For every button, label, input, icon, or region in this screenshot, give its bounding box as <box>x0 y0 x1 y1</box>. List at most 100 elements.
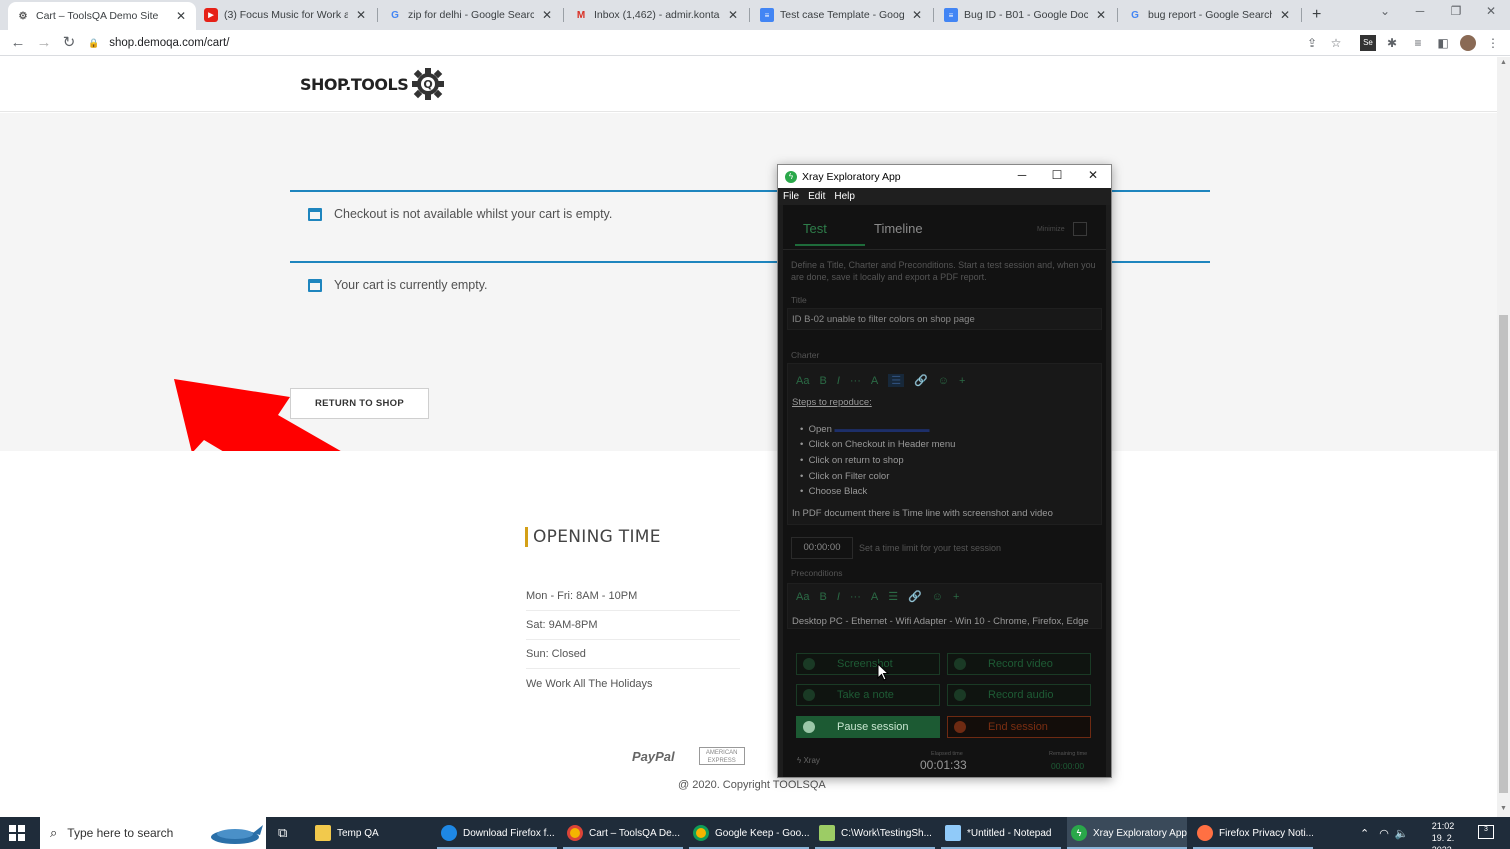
notification-center-icon[interactable]: 3 <box>1478 825 1494 839</box>
charter-editor[interactable]: Aa B I ··· A ☰ 🔗 ☺ + Steps to repoduce: … <box>787 363 1102 525</box>
tab-timeline[interactable]: Timeline <box>874 221 923 236</box>
step-text: Click on Checkout in Header menu <box>808 439 956 450</box>
menu-help[interactable]: Help <box>834 191 855 202</box>
more-formatting-icon[interactable]: ··· <box>850 591 861 603</box>
kebab-menu-icon[interactable]: ⋮ <box>1485 35 1501 51</box>
network-icon[interactable]: ◠ <box>1379 827 1389 840</box>
taskbar-app-firefox[interactable]: Firefox Privacy Noti... <box>1193 817 1313 849</box>
mouse-cursor-icon <box>877 663 889 681</box>
close-icon[interactable]: ✕ <box>1094 8 1108 22</box>
record-video-button[interactable]: Record video <box>947 653 1091 675</box>
preconditions-editor[interactable]: Aa B I ··· A ☰ 🔗 ☺ + Desktop PC - Ethern… <box>787 583 1102 629</box>
minimize-label[interactable]: Minimize <box>1037 226 1065 233</box>
tab-search-icon[interactable]: ⌄ <box>1370 4 1400 18</box>
step-link[interactable]: ▬▬▬▬▬▬▬▬▬▬ <box>835 424 930 435</box>
reload-icon[interactable]: ↻ <box>59 33 79 53</box>
taskbar-app-google-keep[interactable]: Google Keep - Goo... <box>689 817 809 849</box>
taskbar-app-file-explorer[interactable]: C:\Work\TestingSh... <box>815 817 935 849</box>
minimize-icon[interactable]: ─ <box>1405 4 1435 18</box>
chevron-up-icon[interactable]: ⌃ <box>1360 827 1369 840</box>
taskbar-app-temp-qa[interactable]: Temp QA <box>311 817 429 849</box>
font-size-icon[interactable]: Aa <box>796 591 809 603</box>
list-icon[interactable]: ☰ <box>888 590 898 603</box>
maximize-icon[interactable]: ☐ <box>1042 168 1072 182</box>
taskbar-clock[interactable]: 21:02 19. 2. 2023. <box>1420 820 1466 849</box>
hours-holidays: We Work All The Holidays <box>526 677 653 690</box>
tab-gmail[interactable]: M Inbox (1,462) - admir.kontakt@g ✕ <box>566 2 748 28</box>
minimize-icon[interactable]: ─ <box>1007 168 1037 182</box>
brand-text: Xray <box>803 756 820 765</box>
emoji-icon[interactable]: ☺ <box>932 591 943 603</box>
preconditions-toolbar: Aa B I ··· A ☰ 🔗 ☺ + <box>796 590 969 604</box>
menu-file[interactable]: File <box>783 191 799 202</box>
taskbar-app-chrome-cart[interactable]: Cart – ToolsQA De... <box>563 817 683 849</box>
tab-test-case-template[interactable]: ≡ Test case Template - Google Do ✕ <box>752 2 932 28</box>
close-icon[interactable]: ✕ <box>1278 8 1292 22</box>
page-scrollbar[interactable]: ▲ ▼ <box>1497 57 1510 817</box>
italic-icon[interactable]: I <box>837 375 840 387</box>
insert-icon[interactable]: + <box>959 375 965 387</box>
tab-bug-id-doc[interactable]: ≡ Bug ID - B01 - Google Docs ✕ <box>936 2 1116 28</box>
font-size-icon[interactable]: Aa <box>796 375 809 387</box>
back-arrow-icon[interactable]: ← <box>8 33 28 53</box>
record-audio-button[interactable]: Record audio <box>947 684 1091 706</box>
close-icon[interactable]: ✕ <box>354 8 368 22</box>
pause-session-button[interactable]: Pause session <box>796 716 940 738</box>
restore-icon[interactable]: ❐ <box>1441 4 1471 18</box>
address-bar[interactable]: 🔒 shop.demoqa.com/cart/ <box>88 33 1298 53</box>
list-icon[interactable]: ☰ <box>888 374 905 387</box>
copyright-text: @ 2020. Copyright TOOLSQA <box>678 779 826 791</box>
close-icon[interactable]: ✕ <box>174 9 188 23</box>
screenshot-button[interactable]: Screenshot <box>796 653 940 675</box>
tab-bug-report-search[interactable]: G bug report - Google Search ✕ <box>1120 2 1300 28</box>
end-session-button[interactable]: End session <box>947 716 1091 738</box>
close-icon[interactable]: ✕ <box>910 8 924 22</box>
tab-cart-toolsqa[interactable]: ⚙ Cart – ToolsQA Demo Site ✕ <box>8 2 196 30</box>
close-icon[interactable]: ✕ <box>726 8 740 22</box>
new-tab-button[interactable]: + <box>1304 2 1330 28</box>
shop-toolsqa-logo[interactable]: SHOP.TOOLS Q <box>300 67 445 101</box>
scroll-down-arrow-icon[interactable]: ▼ <box>1497 805 1510 812</box>
bold-icon[interactable]: B <box>819 375 826 387</box>
insert-icon[interactable]: + <box>953 591 959 603</box>
tab-youtube[interactable]: ▶ (3) Focus Music for Work and St ✕ <box>196 2 376 28</box>
time-limit-input[interactable]: 00:00:00 <box>791 537 853 559</box>
volume-icon[interactable]: 🔈 <box>1395 827 1409 840</box>
spreadsheet-icon <box>819 825 835 841</box>
link-icon[interactable]: 🔗 <box>914 374 928 387</box>
text-color-icon[interactable]: A <box>871 375 878 387</box>
tab-test[interactable]: Test <box>803 221 827 236</box>
scroll-up-arrow-icon[interactable]: ▲ <box>1497 59 1510 66</box>
taskbar-app-xray[interactable]: ϟ Xray Exploratory App <box>1067 817 1187 849</box>
emoji-icon[interactable]: ☺ <box>938 375 949 387</box>
system-tray: ⌃ ◠ 🔈 <box>1360 817 1409 849</box>
task-view-icon[interactable]: ⧉ <box>278 825 287 841</box>
windows-start-icon[interactable] <box>9 825 25 841</box>
amex-logo: AMERICAN EXPRESS <box>698 747 745 765</box>
profile-avatar-icon[interactable] <box>1460 35 1476 51</box>
take-note-button[interactable]: Take a note <box>796 684 940 706</box>
italic-icon[interactable]: I <box>837 591 840 603</box>
xray-title-bar[interactable]: ϟ Xray Exploratory App ─ ☐ ✕ <box>778 165 1111 188</box>
side-panel-icon[interactable]: ◧ <box>1435 35 1451 51</box>
forward-arrow-icon[interactable]: → <box>34 33 54 53</box>
title-input[interactable]: ID B-02 unable to filter colors on shop … <box>787 308 1102 330</box>
selenium-extension-icon[interactable]: Se <box>1360 35 1376 51</box>
menu-edit[interactable]: Edit <box>808 191 825 202</box>
share-icon[interactable]: ⇪ <box>1304 35 1320 51</box>
text-color-icon[interactable]: A <box>871 591 878 603</box>
scroll-thumb[interactable] <box>1499 315 1508 793</box>
link-icon[interactable]: 🔗 <box>908 590 922 603</box>
bold-icon[interactable]: B <box>819 591 826 603</box>
close-window-icon[interactable]: ✕ <box>1476 4 1506 18</box>
close-icon[interactable]: ✕ <box>1078 168 1108 182</box>
bookmark-star-icon[interactable]: ☆ <box>1328 35 1344 51</box>
close-icon[interactable]: ✕ <box>540 8 554 22</box>
minimize-panel-icon[interactable] <box>1073 222 1087 236</box>
taskbar-app-edge[interactable]: Download Firefox f... <box>437 817 557 849</box>
reading-list-icon[interactable]: ≡ <box>1410 35 1426 51</box>
extensions-puzzle-icon[interactable]: ✱ <box>1384 35 1400 51</box>
taskbar-app-notepad[interactable]: *Untitled - Notepad <box>941 817 1061 849</box>
tab-google-zip[interactable]: G zip for delhi - Google Search ✕ <box>380 2 562 28</box>
more-formatting-icon[interactable]: ··· <box>850 375 861 387</box>
